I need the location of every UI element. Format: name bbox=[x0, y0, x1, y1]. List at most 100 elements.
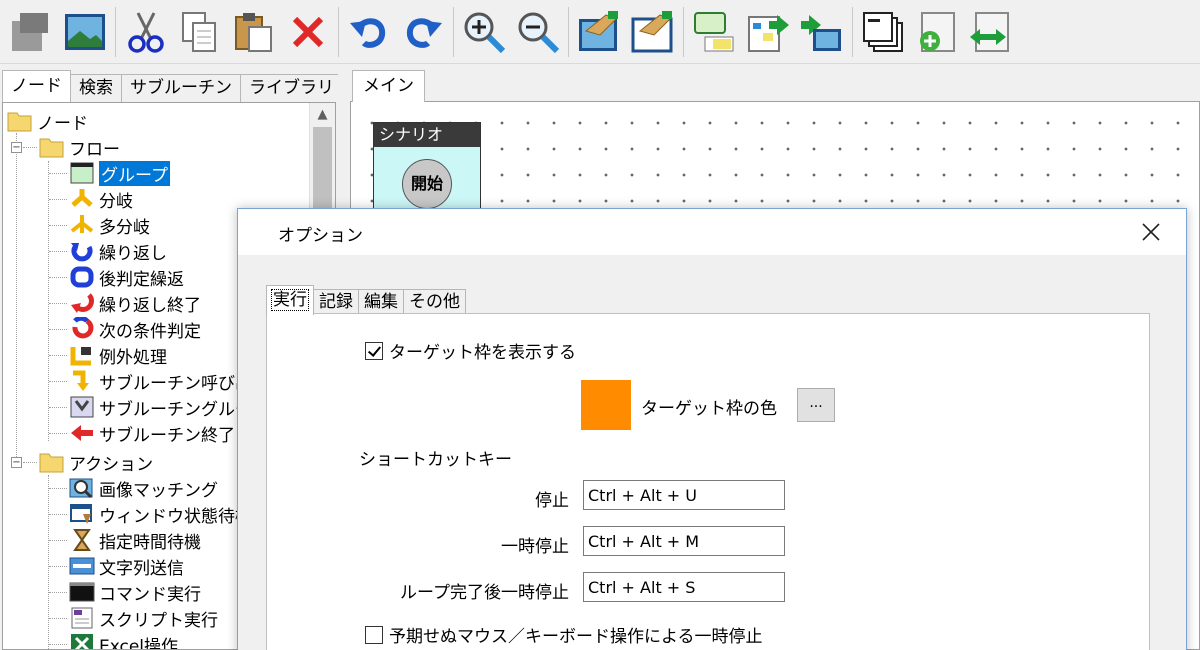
capture-button[interactable] bbox=[572, 4, 626, 60]
tab-main[interactable]: メイン bbox=[352, 70, 425, 102]
tree-item-script[interactable]: スクリプト実行 bbox=[69, 605, 218, 631]
move-button[interactable] bbox=[964, 4, 1018, 60]
paste-icon bbox=[235, 12, 272, 52]
zoom-in-button[interactable] bbox=[457, 4, 511, 60]
new-icon bbox=[12, 12, 48, 51]
stop-shortcut-input[interactable] bbox=[583, 480, 785, 510]
terminal-icon bbox=[69, 580, 95, 604]
tab-execute[interactable]: 実行 bbox=[266, 285, 314, 315]
tree-item-subroutine-end[interactable]: サブルーチン終了 bbox=[69, 420, 235, 446]
excel-icon bbox=[69, 632, 95, 649]
tree-item-send-string[interactable]: 文字列送信 bbox=[69, 553, 184, 579]
zoom-in-icon bbox=[464, 12, 506, 53]
tree-item-branch[interactable]: 分岐 bbox=[69, 186, 133, 212]
show-target-frame-option[interactable]: ターゲット枠を表示する bbox=[365, 338, 576, 363]
tree-item-loop-end[interactable]: 繰り返し終了 bbox=[69, 290, 201, 316]
tree-item-root[interactable]: ノード bbox=[7, 108, 88, 134]
folder-icon bbox=[39, 135, 65, 159]
tree-item-group[interactable]: グループ bbox=[69, 160, 170, 186]
target-color-swatch bbox=[581, 380, 631, 430]
redo-button[interactable] bbox=[396, 4, 450, 60]
group-icon bbox=[69, 161, 95, 185]
loop-end-icon bbox=[69, 291, 95, 315]
capture-window-icon bbox=[631, 10, 673, 52]
tree-item-image-matching[interactable]: 画像マッチング bbox=[69, 475, 218, 501]
tree-item-command[interactable]: コマンド実行 bbox=[69, 579, 201, 605]
move-icon bbox=[970, 11, 1009, 52]
capture-window-button[interactable] bbox=[626, 4, 680, 60]
zoom-out-icon bbox=[518, 12, 560, 53]
export-icon bbox=[748, 14, 789, 52]
tab-subroutine[interactable]: サブルーチン bbox=[121, 74, 241, 102]
script-icon bbox=[69, 606, 95, 630]
dialog-titlebar[interactable]: オプション bbox=[238, 209, 1186, 255]
cut-button[interactable] bbox=[119, 4, 173, 60]
tree-item-subroutine-group[interactable]: サブルーチングルー bbox=[69, 394, 252, 420]
delete-button[interactable] bbox=[281, 4, 335, 60]
tab-edit[interactable]: 編集 bbox=[358, 289, 404, 315]
tree-item-flow[interactable]: フロー bbox=[39, 134, 120, 160]
undo-button[interactable] bbox=[342, 4, 396, 60]
tree-item-window-wait[interactable]: ウィンドウ状態待機 bbox=[69, 501, 252, 527]
tab-record[interactable]: 記録 bbox=[313, 289, 359, 315]
image-matching-icon bbox=[69, 476, 95, 500]
show-target-frame-checkbox[interactable] bbox=[365, 341, 383, 360]
choose-color-button[interactable]: ... bbox=[797, 388, 835, 422]
tab-search[interactable]: 検索 bbox=[70, 74, 122, 102]
tree-item-exception[interactable]: 例外処理 bbox=[69, 342, 167, 368]
stop-shortcut-label: 停止 bbox=[535, 491, 569, 511]
loop-pause-shortcut-input[interactable] bbox=[583, 572, 785, 602]
comment-icon bbox=[694, 11, 734, 51]
cut-icon bbox=[128, 11, 164, 53]
copy-button[interactable] bbox=[173, 4, 227, 60]
windows-icon bbox=[863, 11, 903, 52]
new-button[interactable] bbox=[4, 4, 58, 60]
subroutine-group-icon bbox=[69, 395, 95, 419]
add-icon bbox=[920, 11, 955, 52]
import-icon bbox=[801, 14, 841, 51]
loop-pause-shortcut-label: ループ完了後一時停止 bbox=[400, 583, 569, 603]
dialog-title: オプション bbox=[278, 226, 363, 246]
delete-icon bbox=[292, 16, 324, 47]
export-button[interactable] bbox=[741, 4, 795, 60]
scroll-up-icon[interactable]: ▲ bbox=[310, 103, 335, 125]
pause-shortcut-input[interactable] bbox=[583, 526, 785, 556]
expander-flow[interactable]: − bbox=[11, 142, 22, 153]
hourglass-icon bbox=[69, 528, 95, 552]
exception-icon bbox=[69, 343, 95, 367]
shortcut-heading: ショートカットキー bbox=[359, 450, 512, 470]
pause-shortcut-label: 一時停止 bbox=[501, 537, 569, 557]
branch-icon bbox=[69, 187, 95, 211]
tree-item-next-condition[interactable]: 次の条件判定 bbox=[69, 315, 201, 342]
toolbar bbox=[0, 0, 1200, 64]
pause-on-input-option[interactable]: 予期せぬマウス／キーボード操作による一時停止 bbox=[365, 622, 763, 647]
tree-item-loop[interactable]: 繰り返し bbox=[69, 238, 167, 264]
tree-item-timed-wait[interactable]: 指定時間待機 bbox=[69, 527, 201, 553]
add-button[interactable] bbox=[910, 4, 964, 60]
folder-icon bbox=[7, 109, 33, 133]
app-window: ノード 検索 サブルーチン ライブラリ ノード − フロー グループ 分岐 多分… bbox=[0, 0, 1200, 650]
tree-item-excel[interactable]: Excel操作 bbox=[69, 631, 178, 649]
paste-button[interactable] bbox=[227, 4, 281, 60]
tab-other[interactable]: その他 bbox=[403, 289, 466, 315]
loop-icon bbox=[69, 239, 95, 263]
undo-icon bbox=[350, 17, 386, 48]
comment-button[interactable] bbox=[687, 4, 741, 60]
image-button[interactable] bbox=[58, 4, 112, 60]
redo-icon bbox=[406, 17, 442, 48]
close-button[interactable] bbox=[1138, 219, 1164, 245]
expander-action[interactable]: − bbox=[11, 457, 22, 468]
subroutine-call-icon bbox=[69, 369, 95, 393]
start-node[interactable]: 開始 bbox=[402, 159, 452, 209]
pause-on-input-checkbox[interactable] bbox=[365, 625, 383, 644]
post-loop-icon bbox=[69, 265, 95, 289]
tree-item-multi-branch[interactable]: 多分岐 bbox=[69, 212, 150, 238]
import-button[interactable] bbox=[795, 4, 849, 60]
tree-item-subroutine-call[interactable]: サブルーチン呼び出 bbox=[69, 368, 252, 394]
zoom-out-button[interactable] bbox=[511, 4, 565, 60]
tree-item-action[interactable]: アクション bbox=[39, 449, 153, 475]
tab-node[interactable]: ノード bbox=[2, 70, 71, 102]
tree-item-post-loop[interactable]: 後判定繰返 bbox=[69, 264, 184, 290]
tab-library[interactable]: ライブラリ bbox=[240, 74, 343, 102]
windows-button[interactable] bbox=[856, 4, 910, 60]
